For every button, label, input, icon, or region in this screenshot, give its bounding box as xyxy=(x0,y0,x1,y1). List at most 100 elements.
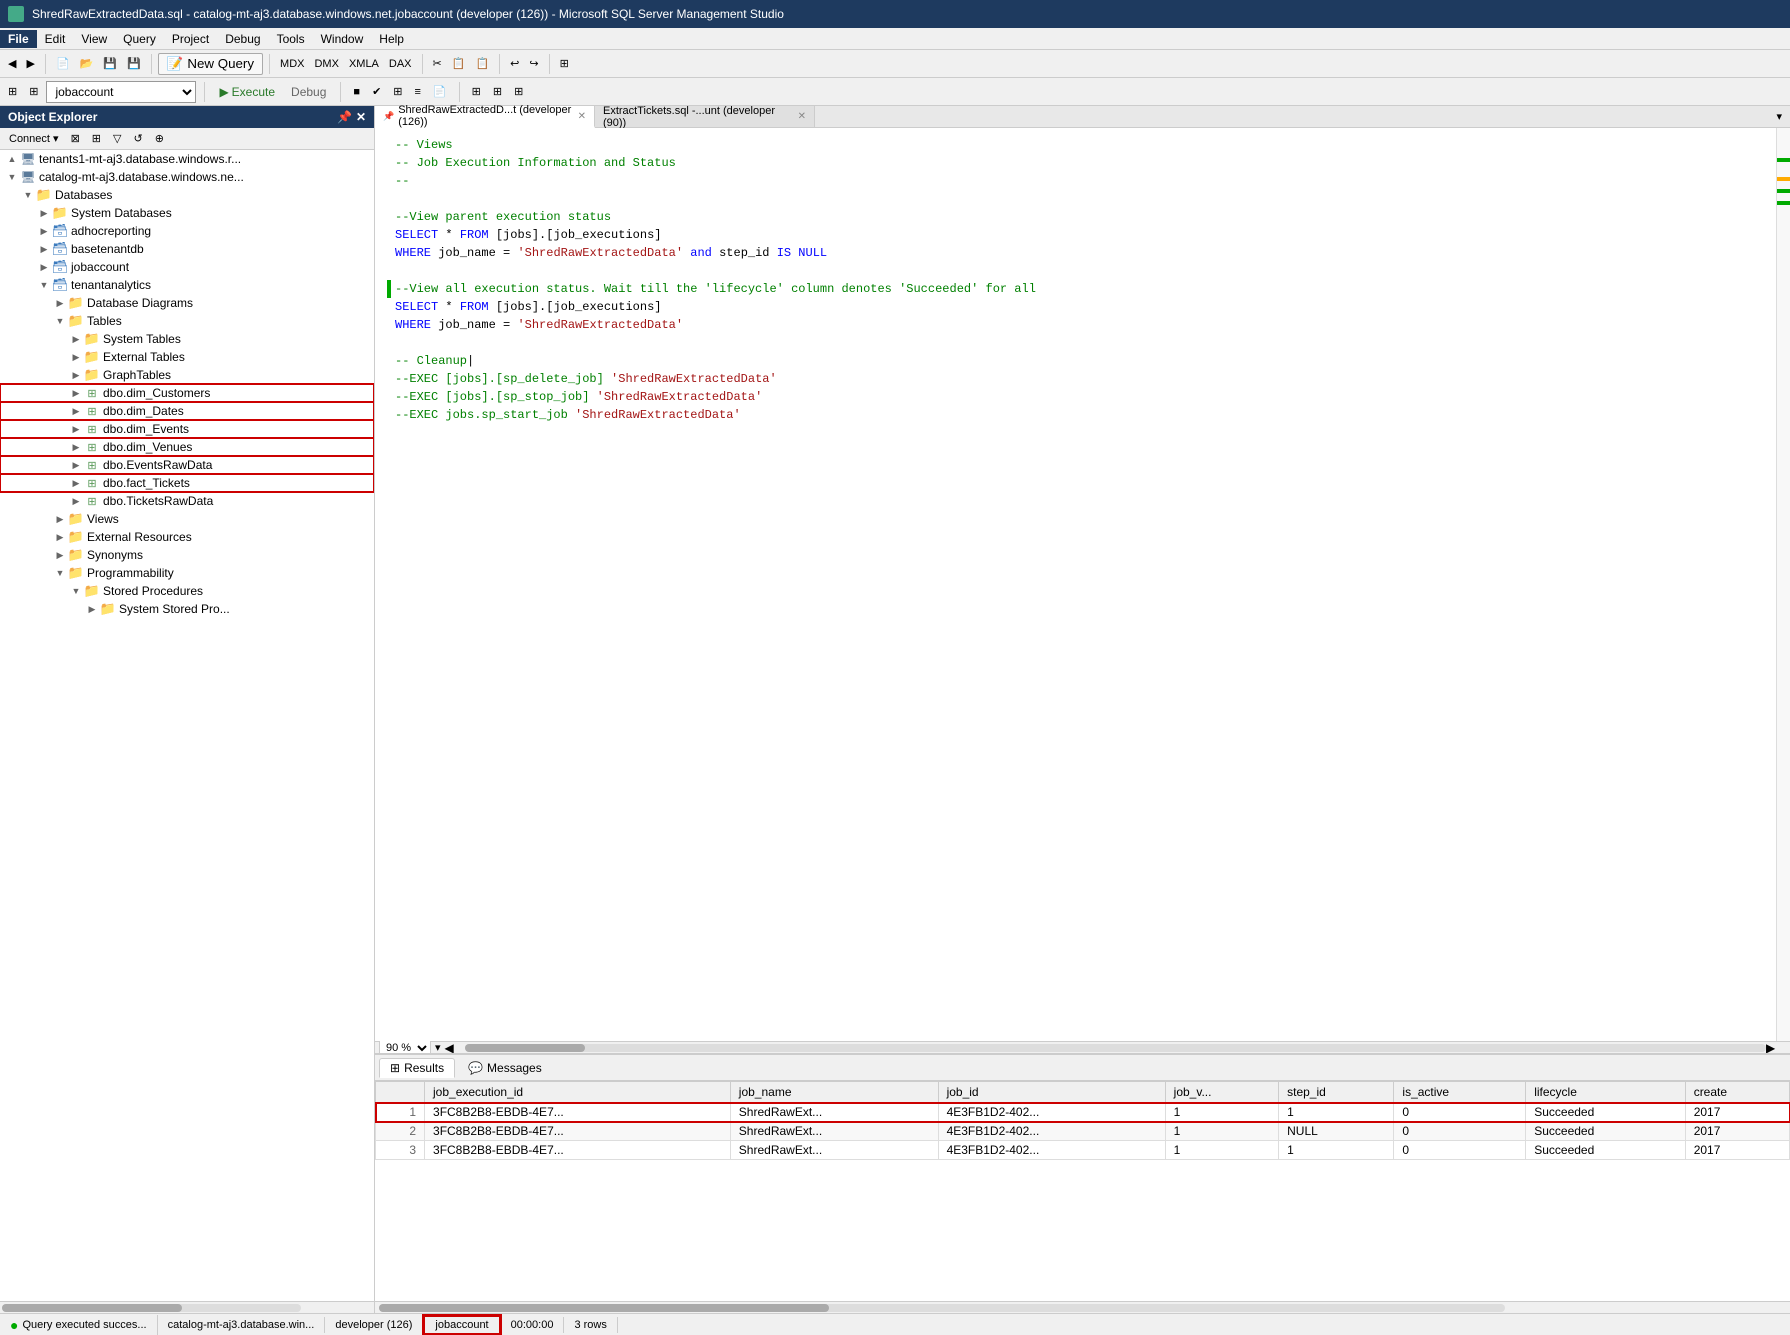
menu-debug[interactable]: Debug xyxy=(217,30,268,48)
connect-button[interactable]: Connect ▾ xyxy=(6,131,62,146)
stop-button[interactable]: ■ xyxy=(349,84,364,100)
tab-shred[interactable]: 📌 ShredRawExtractedD...t (developer (126… xyxy=(375,106,595,128)
refresh-filter-button[interactable]: ⊞ xyxy=(89,131,104,146)
expand-icon[interactable]: ▶ xyxy=(68,496,84,507)
execute-button[interactable]: ▶ Execute xyxy=(213,83,281,101)
expand-icon[interactable]: ▶ xyxy=(36,244,52,255)
expand-icon[interactable]: ▼ xyxy=(52,316,68,326)
expand-icon[interactable]: ▶ xyxy=(68,352,84,363)
expand-icon[interactable]: ▶ xyxy=(36,226,52,237)
forward-button[interactable]: ▶ xyxy=(22,55,38,72)
tree-events-raw[interactable]: ▶ ⊞ dbo.EventsRawData xyxy=(0,456,374,474)
summary-button[interactable]: ⊕ xyxy=(152,131,167,146)
expand-icon[interactable]: ▶ xyxy=(68,442,84,453)
expand-icon[interactable]: ▶ xyxy=(68,406,84,417)
misc-button[interactable]: ⊞ xyxy=(556,55,573,72)
expand-icon[interactable]: ▶ xyxy=(36,208,52,219)
paste-button[interactable]: 📋 xyxy=(471,55,493,72)
expand-icon[interactable]: ▶ xyxy=(84,604,100,615)
tree-external-tables[interactable]: ▶ 📁 External Tables xyxy=(0,348,374,366)
expand-icon[interactable]: ▶ xyxy=(68,388,84,399)
tree-tables[interactable]: ▼ 📁 Tables xyxy=(0,312,374,330)
tree-dim-customers[interactable]: ▶ ⊞ dbo.dim_Customers xyxy=(0,384,374,402)
debug-button[interactable]: Debug xyxy=(285,83,332,101)
tree-db-diagrams[interactable]: ▶ 📁 Database Diagrams xyxy=(0,294,374,312)
copy-button[interactable]: 📋 xyxy=(448,55,470,72)
tree-fact-tickets[interactable]: ▶ ⊞ dbo.fact_Tickets xyxy=(0,474,374,492)
back-button[interactable]: ◀ xyxy=(4,55,20,72)
tree-programmability[interactable]: ▼ 📁 Programmability xyxy=(0,564,374,582)
expand-icon[interactable]: ▶ xyxy=(52,550,68,561)
menu-tools[interactable]: Tools xyxy=(269,30,313,48)
tree-synonyms[interactable]: ▶ 📁 Synonyms xyxy=(0,546,374,564)
h-scroll-track[interactable] xyxy=(465,1044,1766,1052)
mdx-button[interactable]: MDX xyxy=(276,56,308,72)
tab-list-button[interactable]: ▾ xyxy=(1772,108,1786,125)
expand-icon[interactable]: ▼ xyxy=(52,568,68,578)
tab-extract[interactable]: ExtractTickets.sql -...unt (developer (9… xyxy=(595,106,815,127)
undo-button[interactable]: ↩ xyxy=(506,55,523,72)
toolbar2-btn2[interactable]: ⊞ xyxy=(25,83,42,100)
menu-project[interactable]: Project xyxy=(164,30,217,48)
h-scroll-thumb[interactable] xyxy=(465,1044,585,1052)
expand-icon[interactable]: ▶ xyxy=(68,424,84,435)
menu-help[interactable]: Help xyxy=(371,30,412,48)
tree-dim-events[interactable]: ▶ ⊞ dbo.dim_Events xyxy=(0,420,374,438)
results-file-btn[interactable]: 📄 xyxy=(429,83,451,100)
new-query-button[interactable]: 📝 New Query xyxy=(158,53,263,75)
toolbar2-btn1[interactable]: ⊞ xyxy=(4,83,21,100)
code-editor[interactable]: -- Views -- Job Execution Information an… xyxy=(375,128,1790,1041)
io-stats-btn[interactable]: ⊞ xyxy=(510,83,527,100)
tree-server2[interactable]: ▼ 🖥 catalog-mt-aj3.database.windows.ne..… xyxy=(0,168,374,186)
dmx-button[interactable]: DMX xyxy=(310,56,342,72)
expand-icon[interactable]: ▼ xyxy=(4,172,20,182)
filter-button[interactable]: ▽ xyxy=(110,131,124,146)
expand-icon[interactable]: ▼ xyxy=(36,280,52,290)
cut-button[interactable]: ✂ xyxy=(429,55,446,72)
tree-adhoc[interactable]: ▶ 🗃 adhocreporting xyxy=(0,222,374,240)
expand-icon[interactable]: ▶ xyxy=(36,262,52,273)
menu-view[interactable]: View xyxy=(73,30,115,48)
expand-icon[interactable]: ▶ xyxy=(68,460,84,471)
close-icon[interactable]: ✕ xyxy=(356,110,366,124)
expand-icon[interactable]: ▼ xyxy=(20,190,36,200)
results-grid-btn[interactable]: ⊞ xyxy=(389,83,406,100)
tree-jobaccount[interactable]: ▶ 🗃 jobaccount xyxy=(0,258,374,276)
tree-sys-stored-procs[interactable]: ▶ 📁 System Stored Pro... xyxy=(0,600,374,618)
disconnect-button[interactable]: ⊠ xyxy=(68,131,83,146)
menu-query[interactable]: Query xyxy=(115,30,164,48)
expand-icon[interactable]: ▶ xyxy=(52,298,68,309)
menu-edit[interactable]: Edit xyxy=(37,30,74,48)
results-tab[interactable]: ⊞ Results xyxy=(379,1058,455,1078)
tree-databases[interactable]: ▼ 📁 Databases xyxy=(0,186,374,204)
tree-dim-venues[interactable]: ▶ ⊞ dbo.dim_Venues xyxy=(0,438,374,456)
save-button[interactable]: 💾 xyxy=(99,55,121,72)
tree-graph-tables[interactable]: ▶ 📁 GraphTables xyxy=(0,366,374,384)
save-all-button[interactable]: 💾 xyxy=(123,55,145,72)
tree-dim-dates[interactable]: ▶ ⊞ dbo.dim_Dates xyxy=(0,402,374,420)
parse-button[interactable]: ✔ xyxy=(368,83,385,100)
tree-stored-procs[interactable]: ▼ 📁 Stored Procedures xyxy=(0,582,374,600)
table-row[interactable]: 3 3FC8B2B8-EBDB-4E7... ShredRawExt... 4E… xyxy=(376,1141,1790,1160)
oe-hscrollbar[interactable] xyxy=(0,1301,374,1313)
tree-system-databases[interactable]: ▶ 📁 System Databases xyxy=(0,204,374,222)
tree-tickets-raw[interactable]: ▶ ⊞ dbo.TicketsRawData xyxy=(0,492,374,510)
expand-icon[interactable]: ▼ xyxy=(68,586,84,596)
refresh-button[interactable]: ↺ xyxy=(130,131,145,146)
expand-icon[interactable]: ▶ xyxy=(52,532,68,543)
pin-icon[interactable]: 📌 xyxy=(337,110,352,124)
redo-button[interactable]: ↪ xyxy=(525,55,542,72)
expand-icon[interactable]: ▶ xyxy=(68,478,84,489)
expand-icon[interactable]: ▶ xyxy=(68,334,84,345)
tree-server1[interactable]: ▲ 🖥 tenants1-mt-aj3.database.windows.r..… xyxy=(0,150,374,168)
h-scroll-bar[interactable]: 90 % ▾ ◀ ▶ xyxy=(375,1041,1790,1053)
tab1-close[interactable]: ✕ xyxy=(578,111,586,122)
messages-tab[interactable]: 💬 Messages xyxy=(457,1058,553,1078)
client-stats-btn[interactable]: ⊞ xyxy=(489,83,506,100)
expand-icon[interactable]: ▲ xyxy=(4,154,20,164)
tree-external-resources[interactable]: ▶ 📁 External Resources xyxy=(0,528,374,546)
table-row[interactable]: 1 3FC8B2B8-EBDB-4E7... ShredRawExt... 4E… xyxy=(376,1103,1790,1122)
tree-system-tables[interactable]: ▶ 📁 System Tables xyxy=(0,330,374,348)
database-selector[interactable]: jobaccount xyxy=(46,81,196,103)
tree-base[interactable]: ▶ 🗃 basetenantdb xyxy=(0,240,374,258)
